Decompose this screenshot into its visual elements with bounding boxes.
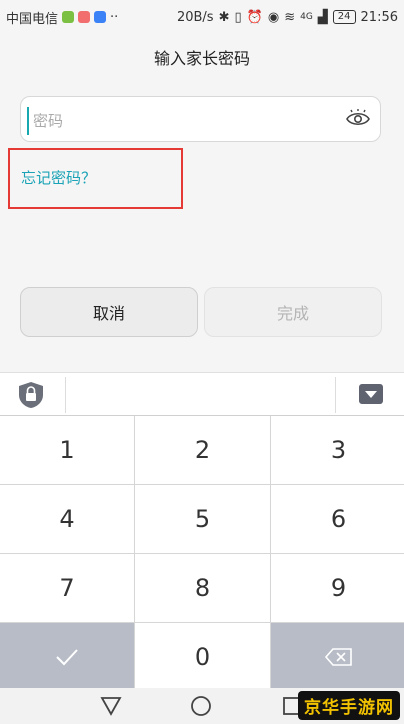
status-bar: 中国电信 ·· 20B/s ✱ ▯ ⏰ ◉ ≋ 4G ▟ 24 21:56 — [0, 0, 404, 34]
eye-care-icon: ◉ — [267, 9, 280, 25]
done-button[interactable]: 完成 — [204, 287, 382, 337]
key-9[interactable]: 9 — [271, 554, 404, 622]
hide-keyboard-icon[interactable] — [358, 383, 384, 405]
confirm-key[interactable] — [0, 623, 134, 691]
secure-keyboard-shield-icon — [19, 382, 43, 408]
watermark-logo: 京华手游网 — [298, 691, 400, 720]
clock: 21:56 — [360, 9, 398, 25]
password-input[interactable] — [27, 107, 345, 135]
cancel-button[interactable]: 取消 — [20, 287, 198, 337]
bluetooth-icon: ✱ — [218, 9, 230, 25]
checkmark-icon — [56, 649, 78, 666]
home-circle-icon[interactable] — [190, 695, 212, 717]
network-type: 4G — [300, 12, 313, 22]
mail-notification-icon — [78, 11, 91, 23]
ellipsis-icon: ·· — [110, 9, 119, 25]
carrier-label: 中国电信 — [6, 11, 59, 27]
key-0[interactable]: 0 — [135, 623, 270, 691]
numeric-keypad: 1 2 3 4 5 6 7 8 9 0 — [0, 416, 404, 691]
page-title: 输入家长密码 — [153, 49, 250, 68]
wifi-icon: ≋ — [284, 9, 296, 25]
signal-icon: ▟ — [317, 9, 328, 25]
app-notification-icon — [94, 11, 107, 23]
key-3[interactable]: 3 — [271, 416, 404, 484]
key-1[interactable]: 1 — [0, 416, 134, 484]
toolbar-divider — [65, 377, 66, 413]
key-8[interactable]: 8 — [135, 554, 270, 622]
backspace-icon — [324, 648, 352, 666]
backspace-key[interactable] — [271, 623, 404, 691]
back-triangle-icon[interactable] — [100, 696, 122, 716]
key-4[interactable]: 4 — [0, 485, 134, 553]
battery-icon: 24 — [332, 10, 356, 24]
key-5[interactable]: 5 — [135, 485, 270, 553]
password-field[interactable] — [20, 96, 381, 142]
network-speed: 20B/s — [176, 9, 214, 25]
key-2[interactable]: 2 — [135, 416, 270, 484]
alarm-icon: ⏰ — [246, 9, 263, 25]
keyboard-toolbar — [0, 372, 404, 416]
highlight-box: 忘记密码？ — [8, 148, 183, 209]
app-notification-icon — [62, 11, 75, 23]
key-7[interactable]: 7 — [0, 554, 134, 622]
toolbar-divider — [335, 377, 336, 413]
vibrate-icon: ▯ — [234, 9, 242, 25]
forgot-password-link[interactable]: 忘记密码？ — [21, 167, 96, 188]
key-6[interactable]: 6 — [271, 485, 404, 553]
show-password-eye-icon[interactable] — [346, 109, 370, 129]
